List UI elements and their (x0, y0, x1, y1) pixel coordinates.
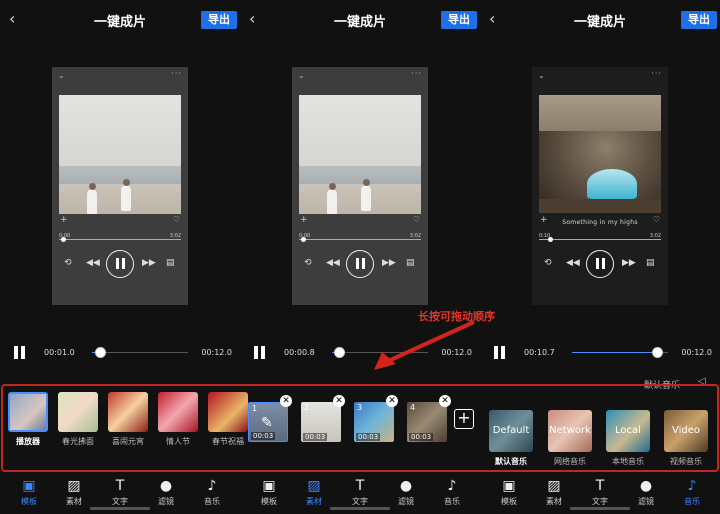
timeline-end: 00:12.0 (201, 348, 232, 357)
heart-icon[interactable]: ♡ (653, 215, 660, 224)
home-indicator (330, 507, 390, 510)
tab-filter[interactable]: ● 滤镜 (628, 476, 664, 507)
tab-filter[interactable]: ● 滤镜 (148, 476, 184, 507)
pause-icon[interactable] (14, 346, 26, 359)
lyrics-icon[interactable]: ▤ (406, 258, 415, 268)
filter-icon: ● (399, 478, 413, 494)
next-icon[interactable]: ▶▶ (622, 258, 636, 268)
tab-template[interactable]: ▣ 模板 (491, 476, 527, 507)
pause-icon[interactable] (254, 346, 266, 359)
template-icon: ▣ (502, 478, 516, 494)
timeline-track[interactable] (572, 347, 668, 358)
tab-filter[interactable]: ● 滤镜 (388, 476, 424, 507)
repeat-icon[interactable]: ⟲ (64, 258, 72, 268)
timeline: 00:10.7 00:12.0 (480, 340, 720, 366)
tab-template[interactable]: ▣ 模板 (251, 476, 287, 507)
tab-material[interactable]: ▨ 素材 (296, 476, 332, 507)
tab-music[interactable]: ♪ 音乐 (194, 476, 230, 507)
pause-icon[interactable] (586, 250, 614, 278)
lyric-line: Something in my highs (562, 219, 638, 226)
music-icon: ♪ (447, 478, 457, 494)
highlight-box (1, 384, 719, 472)
chevron-down-icon[interactable]: ⌄ (58, 71, 65, 80)
add-icon[interactable]: + (300, 215, 308, 225)
chevron-down-icon[interactable]: ⌄ (298, 71, 305, 80)
export-button[interactable]: 导出 (201, 11, 237, 29)
top-bar: ‹ 一键成片 导出 (480, 0, 720, 40)
repeat-icon[interactable]: ⟲ (544, 258, 552, 268)
timeline-current: 00:10.7 (524, 348, 555, 357)
player-controls: ⟲ ◀◀ ▶▶ ▤ (292, 250, 428, 278)
song-progress[interactable] (59, 237, 181, 242)
annotation-arrow-icon (374, 320, 475, 370)
filter-icon: ● (159, 478, 173, 494)
image-icon: ▨ (307, 478, 321, 494)
heart-icon[interactable]: ♡ (413, 215, 420, 224)
tab-text[interactable]: T 文字 (102, 476, 138, 507)
image-icon: ▨ (67, 478, 81, 494)
tab-text[interactable]: T 文字 (582, 476, 618, 507)
timeline-current: 00:00.8 (284, 348, 315, 357)
tab-template[interactable]: ▣ 模板 (11, 476, 47, 507)
home-indicator (90, 507, 150, 510)
beach-photo (299, 95, 421, 214)
next-icon[interactable]: ▶▶ (382, 258, 396, 268)
top-bar: ‹ 一键成片 导出 (240, 0, 480, 40)
music-icon: ♪ (207, 478, 217, 494)
text-icon: T (355, 478, 365, 494)
repeat-icon[interactable]: ⟲ (304, 258, 312, 268)
beach-photo (59, 95, 181, 214)
timeline-current: 00:01.0 (44, 348, 75, 357)
pause-icon[interactable] (106, 250, 134, 278)
pause-icon[interactable] (346, 250, 374, 278)
cave-photo (539, 95, 661, 213)
player-controls: ⟲ ◀◀ ▶▶ ▤ (52, 250, 188, 278)
image-icon: ▨ (547, 478, 561, 494)
text-icon: T (115, 478, 125, 494)
top-bar: ‹ 一键成片 导出 (0, 0, 240, 40)
tab-music[interactable]: ♪ 音乐 (434, 476, 470, 507)
lyrics-icon[interactable]: ▤ (646, 258, 655, 268)
timeline-end: 00:12.0 (681, 348, 712, 357)
prev-icon[interactable]: ◀◀ (86, 258, 100, 268)
template-icon: ▣ (22, 478, 36, 494)
template-icon: ▣ (262, 478, 276, 494)
prev-icon[interactable]: ◀◀ (566, 258, 580, 268)
prev-icon[interactable]: ◀◀ (326, 258, 340, 268)
export-button[interactable]: 导出 (681, 11, 717, 29)
tab-text[interactable]: T 文字 (342, 476, 378, 507)
lyrics-icon[interactable]: ▤ (166, 258, 175, 268)
text-icon: T (595, 478, 605, 494)
song-progress[interactable] (539, 237, 661, 242)
video-preview: ⌄ ··· + ♡ 0:00 3:02 ⟲ ◀◀ ▶▶ ▤ (52, 67, 188, 305)
add-icon[interactable]: + (60, 215, 68, 225)
filter-icon: ● (639, 478, 653, 494)
music-icon: ♪ (687, 478, 697, 494)
chevron-down-icon[interactable]: ⌄ (538, 71, 545, 80)
tab-music[interactable]: ♪ 音乐 (674, 476, 710, 507)
more-icon[interactable]: ··· (171, 69, 182, 78)
timeline-track[interactable] (92, 347, 188, 358)
song-progress[interactable] (299, 237, 421, 242)
tab-material[interactable]: ▨ 素材 (56, 476, 92, 507)
timeline: 00:01.0 00:12.0 (0, 340, 240, 366)
pause-icon[interactable] (494, 346, 506, 359)
home-indicator (570, 507, 630, 510)
export-button[interactable]: 导出 (441, 11, 477, 29)
more-icon[interactable]: ··· (651, 69, 662, 78)
more-icon[interactable]: ··· (411, 69, 422, 78)
heart-icon[interactable]: ♡ (173, 215, 180, 224)
next-icon[interactable]: ▶▶ (142, 258, 156, 268)
tab-material[interactable]: ▨ 素材 (536, 476, 572, 507)
player-controls: ⟲ ◀◀ ▶▶ ▤ (532, 250, 668, 278)
video-preview: ⌄ ··· + ♡ 0:00 3:02 ⟲ ◀◀ ▶▶ ▤ (292, 67, 428, 305)
video-preview: ⌄ ··· + Something in my highs ♡ 0:10 3:0… (532, 67, 668, 305)
